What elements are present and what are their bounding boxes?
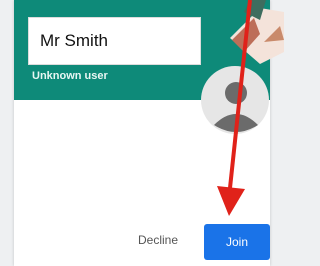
red-arrow-icon bbox=[217, 0, 252, 216]
